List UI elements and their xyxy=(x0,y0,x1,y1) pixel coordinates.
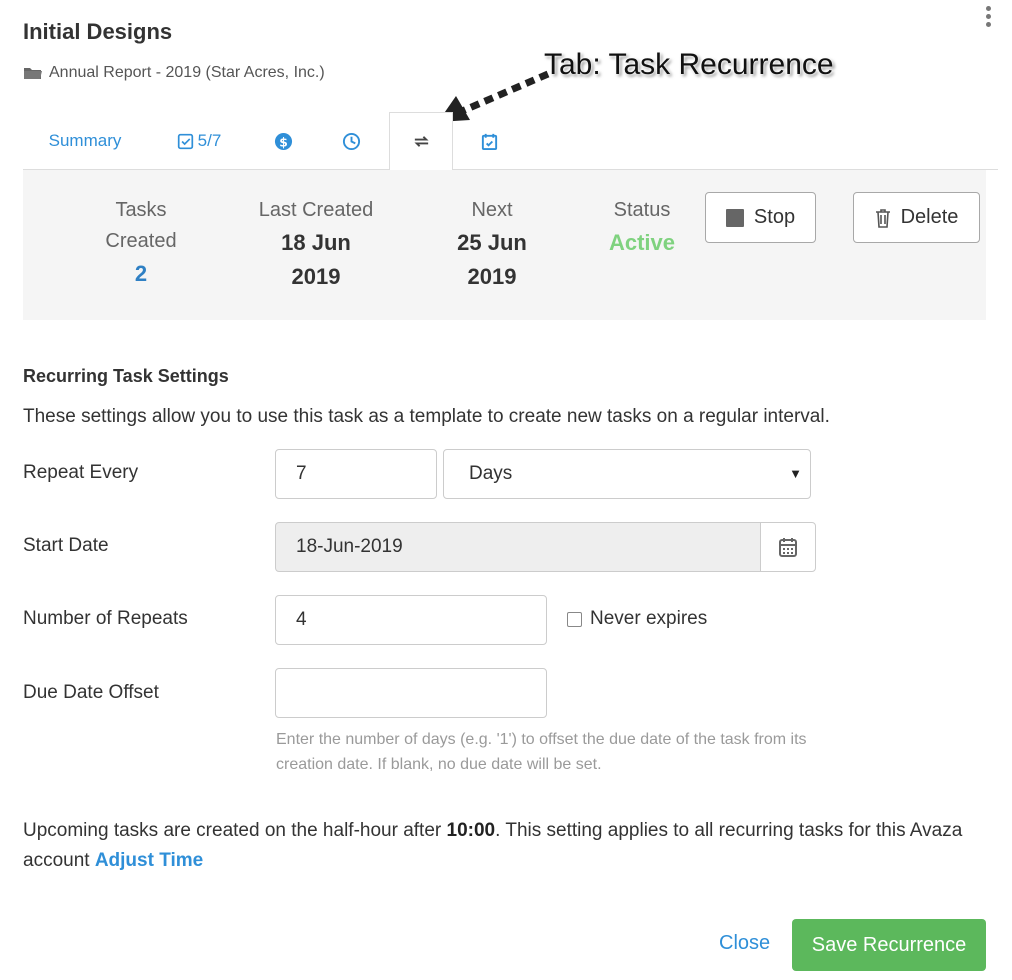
section-heading: Recurring Task Settings xyxy=(23,366,229,386)
calendar-check-icon xyxy=(481,133,497,150)
adjust-time-link[interactable]: Adjust Time xyxy=(95,850,203,871)
checklist-icon xyxy=(177,133,193,149)
tab-summary[interactable]: Summary xyxy=(33,112,137,170)
tab-schedule[interactable] xyxy=(469,112,509,170)
delete-button-label: Delete xyxy=(900,206,959,228)
due-date-offset-input[interactable] xyxy=(275,668,547,718)
due-date-offset-help: Enter the number of days (e.g. '1') to o… xyxy=(276,731,807,773)
caret-down-icon: ▼ xyxy=(789,466,802,481)
repeat-every-value: 7 xyxy=(296,463,307,484)
project-breadcrumb[interactable]: Annual Report - 2019 (Star Acres, Inc.) xyxy=(23,64,325,82)
stat-next-label: Next xyxy=(471,199,513,221)
number-of-repeats-label: Number of Repeats xyxy=(23,608,188,629)
dollar-icon: $ xyxy=(274,132,292,150)
recurrence-time-note: Upcoming tasks are created on the half-h… xyxy=(23,816,993,876)
stop-button[interactable]: Stop xyxy=(705,192,816,243)
stop-button-label: Stop xyxy=(753,206,796,228)
repeat-every-label: Repeat Every xyxy=(23,462,139,483)
stat-tasks-created: Tasks Created 2 xyxy=(95,195,187,291)
start-date-picker-button[interactable] xyxy=(760,522,816,572)
task-title: Initial Designs xyxy=(23,19,173,44)
stat-next: Next 25 Jun 2019 xyxy=(437,195,547,294)
tab-time[interactable] xyxy=(331,112,371,170)
save-recurrence-button[interactable]: Save Recurrence xyxy=(792,919,986,971)
close-button[interactable]: Close xyxy=(719,932,770,955)
stat-status: Status Active xyxy=(597,195,687,260)
start-date-value: 18-Jun-2019 xyxy=(296,536,403,557)
section-description: These settings allow you to use this tas… xyxy=(23,406,830,427)
trash-icon xyxy=(875,208,890,228)
start-date-input[interactable]: 18-Jun-2019 xyxy=(275,522,761,572)
stat-tasks-created-label: Tasks Created xyxy=(105,199,177,252)
never-expires-checkbox[interactable] xyxy=(567,611,582,627)
stat-last-created-label: Last Created xyxy=(258,199,374,221)
repeat-unit-select[interactable]: Days ▼ xyxy=(443,449,811,499)
tab-checklist[interactable]: 5/7 xyxy=(163,112,235,170)
more-options-icon[interactable] xyxy=(982,6,994,32)
never-expires-option[interactable]: Never expires xyxy=(567,608,707,630)
stat-tasks-created-value: 2 xyxy=(134,261,148,286)
delete-button[interactable]: Delete xyxy=(853,192,980,243)
tab-recurrence[interactable] xyxy=(389,112,453,171)
folder-icon xyxy=(24,68,42,79)
number-of-repeats-value: 4 xyxy=(296,609,307,630)
stat-last-created-value: 18 Jun 2019 xyxy=(281,230,351,289)
stat-status-value: Active xyxy=(608,230,676,255)
stat-status-label: Status xyxy=(613,199,671,221)
project-name[interactable]: Annual Report - 2019 (Star Acres, Inc.) xyxy=(49,64,325,82)
stat-next-value: 25 Jun 2019 xyxy=(457,230,527,289)
svg-text:$: $ xyxy=(279,135,288,149)
tab-summary-label: Summary xyxy=(48,131,122,150)
note-time: 10:00 xyxy=(446,820,496,841)
due-date-offset-label: Due Date Offset xyxy=(23,682,159,703)
note-text-before: Upcoming tasks are created on the half-h… xyxy=(23,820,447,841)
recurrence-icon xyxy=(413,136,429,147)
recurrence-stats-panel: Tasks Created 2 Last Created 18 Jun 2019… xyxy=(23,170,986,320)
stat-last-created: Last Created 18 Jun 2019 xyxy=(245,195,387,294)
repeat-unit-value: Days xyxy=(469,463,513,484)
never-expires-label: Never expires xyxy=(590,608,708,629)
clock-icon xyxy=(342,132,360,150)
number-of-repeats-input[interactable]: 4 xyxy=(275,595,547,645)
tab-bar: Summary 5/7 $ xyxy=(23,112,998,171)
start-date-label: Start Date xyxy=(23,535,109,556)
repeat-every-input[interactable]: 7 xyxy=(275,449,437,499)
annotation-label: Tab: Task Recurrence xyxy=(544,48,834,81)
calendar-icon xyxy=(779,538,797,557)
tab-expenses[interactable]: $ xyxy=(263,112,303,170)
stop-icon xyxy=(725,208,744,227)
tab-checklist-count: 5/7 xyxy=(197,131,222,150)
